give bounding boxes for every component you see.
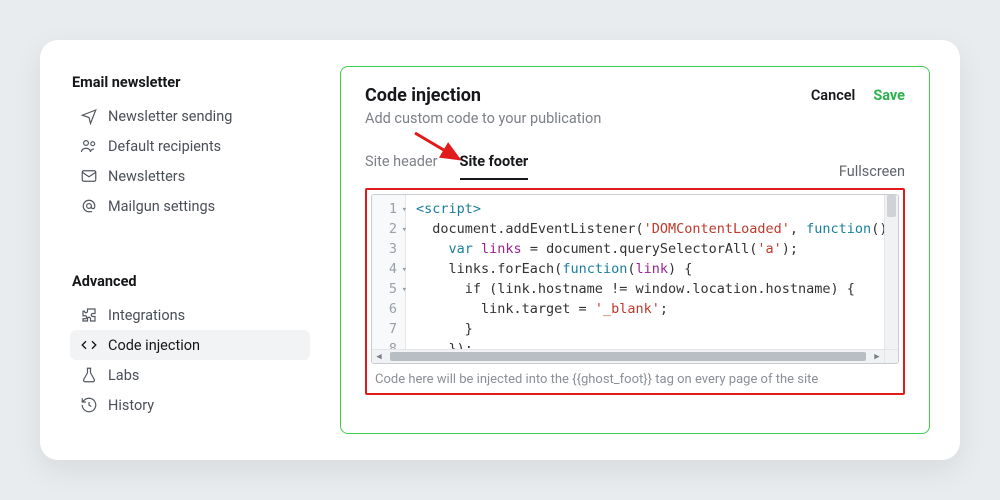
code-token	[473, 241, 481, 257]
line-gutter: 1 2 3 4 5 6 7 8	[372, 195, 406, 349]
code-token: if (link.hostname != window.location.hos…	[416, 281, 855, 297]
line-number: 7	[378, 319, 397, 339]
at-icon	[80, 197, 98, 215]
code-token: = document.querySelectorAll(	[522, 241, 758, 257]
code-token: function	[562, 261, 627, 277]
settings-window: Email newsletter Newsletter sending Defa…	[40, 40, 960, 460]
section-title-email: Email newsletter	[72, 74, 310, 91]
fullscreen-button[interactable]: Fullscreen	[839, 163, 905, 180]
code-token: 'a'	[757, 241, 781, 257]
sidebar-item-label: History	[108, 397, 154, 414]
code-content[interactable]: <script> document.addEventListener('DOMC…	[406, 195, 898, 349]
editor-highlight: 1 2 3 4 5 6 7 8 <script> document.addEve…	[365, 188, 905, 395]
code-token: links	[481, 241, 522, 257]
sidebar-item-label: Newsletter sending	[108, 108, 232, 125]
sidebar-item-labs[interactable]: Labs	[70, 360, 310, 390]
code-token: });	[416, 341, 473, 349]
sidebar-item-mailgun[interactable]: Mailgun settings	[70, 191, 310, 221]
sidebar-item-label: Code injection	[108, 337, 200, 354]
panel-subtitle: Add custom code to your publication	[365, 110, 601, 127]
users-icon	[80, 137, 98, 155]
scroll-left-icon[interactable]: ◀	[372, 350, 386, 363]
sidebar-item-code-injection[interactable]: Code injection	[70, 330, 310, 360]
panel-actions: Cancel Save	[811, 87, 905, 104]
code-token: link.target =	[416, 301, 595, 317]
panel-title-group: Code injection Add custom code to your p…	[365, 85, 601, 127]
code-token: ) {	[668, 261, 692, 277]
scrollbar-corner	[884, 349, 898, 363]
sidebar-item-newsletters[interactable]: Newsletters	[70, 161, 310, 191]
line-number: 1	[378, 199, 397, 219]
line-number: 8	[378, 339, 397, 349]
sidebar: Email newsletter Newsletter sending Defa…	[70, 66, 310, 434]
code-token: var	[449, 241, 473, 257]
cancel-button[interactable]: Cancel	[811, 87, 856, 104]
sidebar-item-label: Labs	[108, 367, 139, 384]
sidebar-item-newsletter-sending[interactable]: Newsletter sending	[70, 101, 310, 131]
code-editor[interactable]: 1 2 3 4 5 6 7 8 <script> document.addEve…	[371, 194, 899, 364]
code-token: 'DOMContentLoaded'	[644, 221, 790, 237]
sidebar-item-label: Mailgun settings	[108, 198, 215, 215]
editor-help-text: Code here will be injected into the {{gh…	[367, 364, 903, 393]
code-token: }	[416, 321, 473, 337]
code-token: ;	[660, 301, 668, 317]
panel-title: Code injection	[365, 85, 601, 106]
horizontal-scrollbar[interactable]: ◀ ▶	[372, 349, 884, 363]
panel-header: Code injection Add custom code to your p…	[365, 85, 905, 127]
section-title-advanced: Advanced	[72, 273, 310, 290]
code-token: ,	[790, 221, 806, 237]
code-token: function	[806, 221, 871, 237]
tab-site-header[interactable]: Site header	[365, 153, 438, 180]
sidebar-item-history[interactable]: History	[70, 390, 310, 420]
line-number: 6	[378, 299, 397, 319]
code-injection-panel: Code injection Add custom code to your p…	[340, 66, 930, 434]
code-token: link	[635, 261, 668, 277]
code-icon	[80, 336, 98, 354]
tab-row: Site header Site footer Fullscreen	[365, 153, 905, 180]
code-token	[416, 241, 449, 257]
vertical-scrollbar[interactable]	[884, 195, 898, 349]
code-token: links.forEach(	[416, 261, 562, 277]
line-number: 5	[378, 279, 397, 299]
puzzle-icon	[80, 306, 98, 324]
line-number: 2	[378, 219, 397, 239]
code-token: );	[782, 241, 798, 257]
line-number: 3	[378, 239, 397, 259]
scrollbar-thumb[interactable]	[390, 352, 866, 361]
code-token: '_blank'	[595, 301, 660, 317]
line-number: 4	[378, 259, 397, 279]
tab-site-footer[interactable]: Site footer	[460, 153, 529, 180]
scrollbar-thumb[interactable]	[887, 195, 896, 217]
sidebar-item-label: Integrations	[108, 307, 185, 324]
tabs: Site header Site footer	[365, 153, 528, 180]
envelope-icon	[80, 167, 98, 185]
code-token: document.addEventListener(	[416, 221, 644, 237]
save-button[interactable]: Save	[873, 87, 905, 104]
sidebar-item-integrations[interactable]: Integrations	[70, 300, 310, 330]
sidebar-item-label: Newsletters	[108, 168, 185, 185]
sidebar-item-default-recipients[interactable]: Default recipients	[70, 131, 310, 161]
code-token: <script>	[416, 201, 481, 217]
sidebar-item-label: Default recipients	[108, 138, 221, 155]
history-icon	[80, 396, 98, 414]
scroll-right-icon[interactable]: ▶	[870, 350, 884, 363]
paper-plane-icon	[80, 107, 98, 125]
flask-icon	[80, 366, 98, 384]
